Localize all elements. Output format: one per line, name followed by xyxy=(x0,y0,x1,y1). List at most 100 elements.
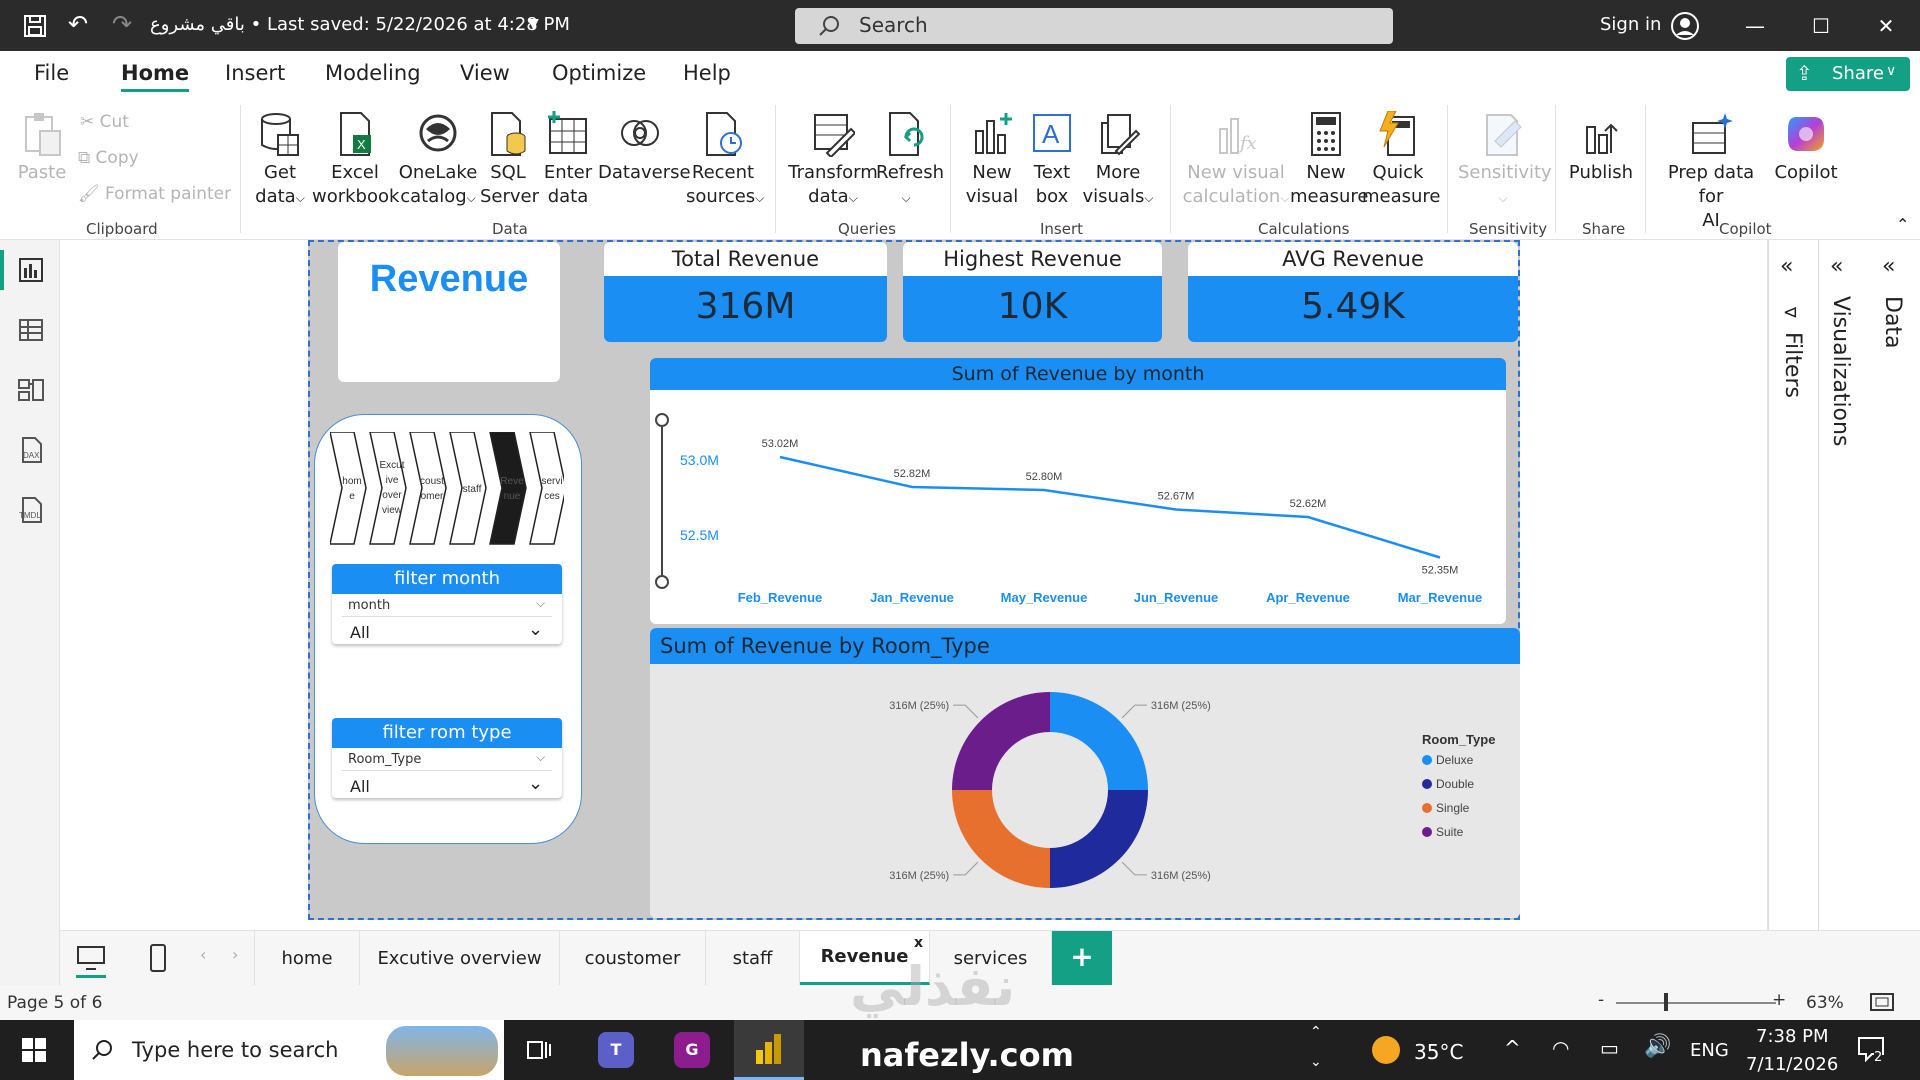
text-box-button[interactable]: A Text box xyxy=(1024,111,1080,209)
menu-optimize[interactable]: Optimize xyxy=(552,61,646,85)
excel-workbook-button[interactable]: X Excel workbook xyxy=(312,111,399,209)
tab-home[interactable]: home xyxy=(254,931,360,985)
show-hidden-icons[interactable]: ^ xyxy=(1504,1036,1521,1060)
menu-help[interactable]: Help xyxy=(683,61,731,85)
next-page-icon[interactable]: › xyxy=(232,945,238,964)
menu-view[interactable]: View xyxy=(460,61,510,85)
quick-measure-button[interactable]: Quick measure xyxy=(1362,111,1441,209)
sign-in-link[interactable]: Sign in xyxy=(1600,14,1661,35)
zoom-in-icon[interactable]: + xyxy=(1772,990,1786,1010)
paste-button[interactable]: Paste xyxy=(16,111,68,185)
collapse-data-icon[interactable]: « xyxy=(1882,254,1895,279)
windows-start-icon[interactable] xyxy=(22,1038,46,1062)
language-indicator[interactable]: ENG xyxy=(1690,1040,1729,1061)
share-button[interactable]: ⇪ Share ∨ xyxy=(1786,57,1910,91)
new-visual-button[interactable]: New visual xyxy=(964,111,1020,209)
redo-icon[interactable]: ↷ xyxy=(112,10,132,38)
add-page-button[interactable]: + xyxy=(1052,931,1112,985)
account-icon[interactable] xyxy=(1670,11,1700,41)
sensitivity-button[interactable]: Sensitivity ⌵ xyxy=(1458,111,1552,210)
donut-chart-visual[interactable]: Sum of Revenue by Room_Type 316M (25%) 31… xyxy=(650,628,1520,918)
copy-button[interactable]: ⧉ Copy xyxy=(78,148,139,168)
slicer-room-type[interactable]: filter rom type Room_Type ⌵ All ⌄ xyxy=(332,718,562,798)
pdf-app-icon[interactable]: G xyxy=(674,1032,710,1068)
format-painter-button[interactable]: 🖌 Format painter xyxy=(78,184,231,204)
tab-excutive-overview[interactable]: Excutive overview xyxy=(360,931,560,985)
powerbi-taskbar-button[interactable] xyxy=(734,1020,804,1080)
range-slider-handle-bottom[interactable] xyxy=(655,575,669,589)
filters-pane-tab[interactable]: Filters xyxy=(1780,332,1805,398)
kpi-avg-revenue[interactable]: AVG Revenue 5.49K xyxy=(1188,242,1518,342)
kpi-highest-revenue[interactable]: Highest Revenue 10K xyxy=(903,242,1162,342)
legend-item[interactable]: Deluxe xyxy=(1436,753,1474,767)
slicer-collapse-icon[interactable]: ⌵ xyxy=(536,596,545,611)
save-icon[interactable] xyxy=(22,13,48,39)
room-type-dropdown[interactable]: All ⌄ xyxy=(342,770,552,796)
minimize-icon[interactable]: — xyxy=(1724,0,1786,51)
collapse-filters-icon[interactable]: « xyxy=(1780,254,1793,279)
taskbar-search[interactable]: Type here to search xyxy=(74,1020,504,1080)
clock-date[interactable]: 7/11/2026 xyxy=(1746,1054,1838,1075)
line-chart-visual[interactable]: Sum of Revenue by month 53.0M 52.5M 53.02M… xyxy=(650,358,1506,624)
onelake-catalog-button[interactable]: OneLake catalog⌵ xyxy=(398,111,478,210)
volume-icon[interactable]: 🔊 xyxy=(1644,1034,1671,1059)
menu-insert[interactable]: Insert xyxy=(225,61,285,85)
dax-query-view-icon[interactable]: DAX xyxy=(17,436,45,464)
kpi-total-revenue[interactable]: Total Revenue 316M xyxy=(604,242,887,342)
revenue-line[interactable] xyxy=(779,455,1441,559)
data-pane-tab[interactable]: Data xyxy=(1880,296,1905,349)
desktop-layout-icon[interactable] xyxy=(76,945,106,971)
refresh-button[interactable]: Refresh ⌵ xyxy=(876,111,944,210)
scroll-up-icon[interactable]: ⌃ xyxy=(1310,1024,1322,1040)
month-dropdown[interactable]: All ⌄ xyxy=(342,616,552,642)
menu-home[interactable]: Home xyxy=(121,61,190,92)
clock-time[interactable]: 7:38 PM xyxy=(1756,1026,1829,1047)
search-box[interactable]: Search xyxy=(795,8,1393,44)
slicer-collapse-icon[interactable]: ⌵ xyxy=(536,750,545,765)
transform-data-button[interactable]: Transform data⌵ xyxy=(788,111,878,210)
get-data-button[interactable]: Get data⌵ xyxy=(250,111,310,210)
task-view-icon[interactable] xyxy=(526,1038,552,1062)
collapse-ribbon-icon[interactable]: ⌃ xyxy=(1896,215,1909,234)
nav-button-0[interactable] xyxy=(330,432,367,545)
enter-data-button[interactable]: Enter data xyxy=(540,111,596,209)
range-slider-handle-top[interactable] xyxy=(655,413,669,427)
menu-modeling[interactable]: Modeling xyxy=(325,61,421,85)
model-view-icon[interactable] xyxy=(17,376,45,404)
copilot-button[interactable]: Copilot xyxy=(1768,111,1844,185)
table-view-icon[interactable] xyxy=(17,316,45,344)
sql-server-button[interactable]: SQL Server xyxy=(480,111,539,209)
tab-coustomer[interactable]: coustomer xyxy=(560,931,706,985)
battery-icon[interactable]: ▭ xyxy=(1600,1036,1619,1060)
undo-icon[interactable]: ↶ xyxy=(68,10,88,38)
prep-data-ai-button[interactable]: Prep data for AI xyxy=(1656,111,1766,233)
scroll-down-icon[interactable]: ⌄ xyxy=(1310,1054,1322,1070)
legend-item[interactable]: Single xyxy=(1436,801,1470,815)
close-tab-icon[interactable]: x xyxy=(914,935,923,951)
zoom-slider[interactable] xyxy=(1616,1002,1776,1004)
weather-icon[interactable] xyxy=(1372,1036,1400,1064)
slicer-month[interactable]: filter month month ⌵ All ⌄ xyxy=(332,564,562,644)
prev-page-icon[interactable]: ‹ xyxy=(200,945,206,964)
tmdl-view-icon[interactable]: TMDL xyxy=(17,496,45,524)
visualizations-pane-tab[interactable]: Visualizations xyxy=(1828,296,1853,446)
collapse-visualizations-icon[interactable]: « xyxy=(1830,254,1843,279)
teams-icon[interactable]: T xyxy=(598,1032,634,1068)
nav-button-1[interactable] xyxy=(369,432,407,545)
nav-button-2[interactable] xyxy=(409,432,447,545)
title-dropdown-icon[interactable]: ▼ xyxy=(528,16,539,32)
menu-file[interactable]: File xyxy=(34,61,69,85)
zoom-out-icon[interactable]: - xyxy=(1598,990,1604,1010)
new-visual-calculation-button[interactable]: fx New visual calculation⌵ xyxy=(1182,111,1290,210)
report-view-icon[interactable] xyxy=(17,256,45,284)
close-icon[interactable]: ✕ xyxy=(1855,0,1917,51)
legend-item[interactable]: Double xyxy=(1436,777,1474,791)
mobile-layout-icon[interactable] xyxy=(148,943,168,973)
wifi-icon[interactable]: ◠ xyxy=(1552,1036,1569,1060)
zoom-slider-thumb[interactable] xyxy=(1664,993,1669,1011)
file-title[interactable]: باقي مشروع • Last saved: 5/22/2026 at 4:… xyxy=(150,14,570,35)
maximize-icon[interactable]: ☐ xyxy=(1790,0,1852,51)
nav-button-4[interactable] xyxy=(489,432,527,545)
nav-button-5[interactable] xyxy=(529,432,564,545)
dataverse-button[interactable]: Dataverse xyxy=(598,111,691,185)
